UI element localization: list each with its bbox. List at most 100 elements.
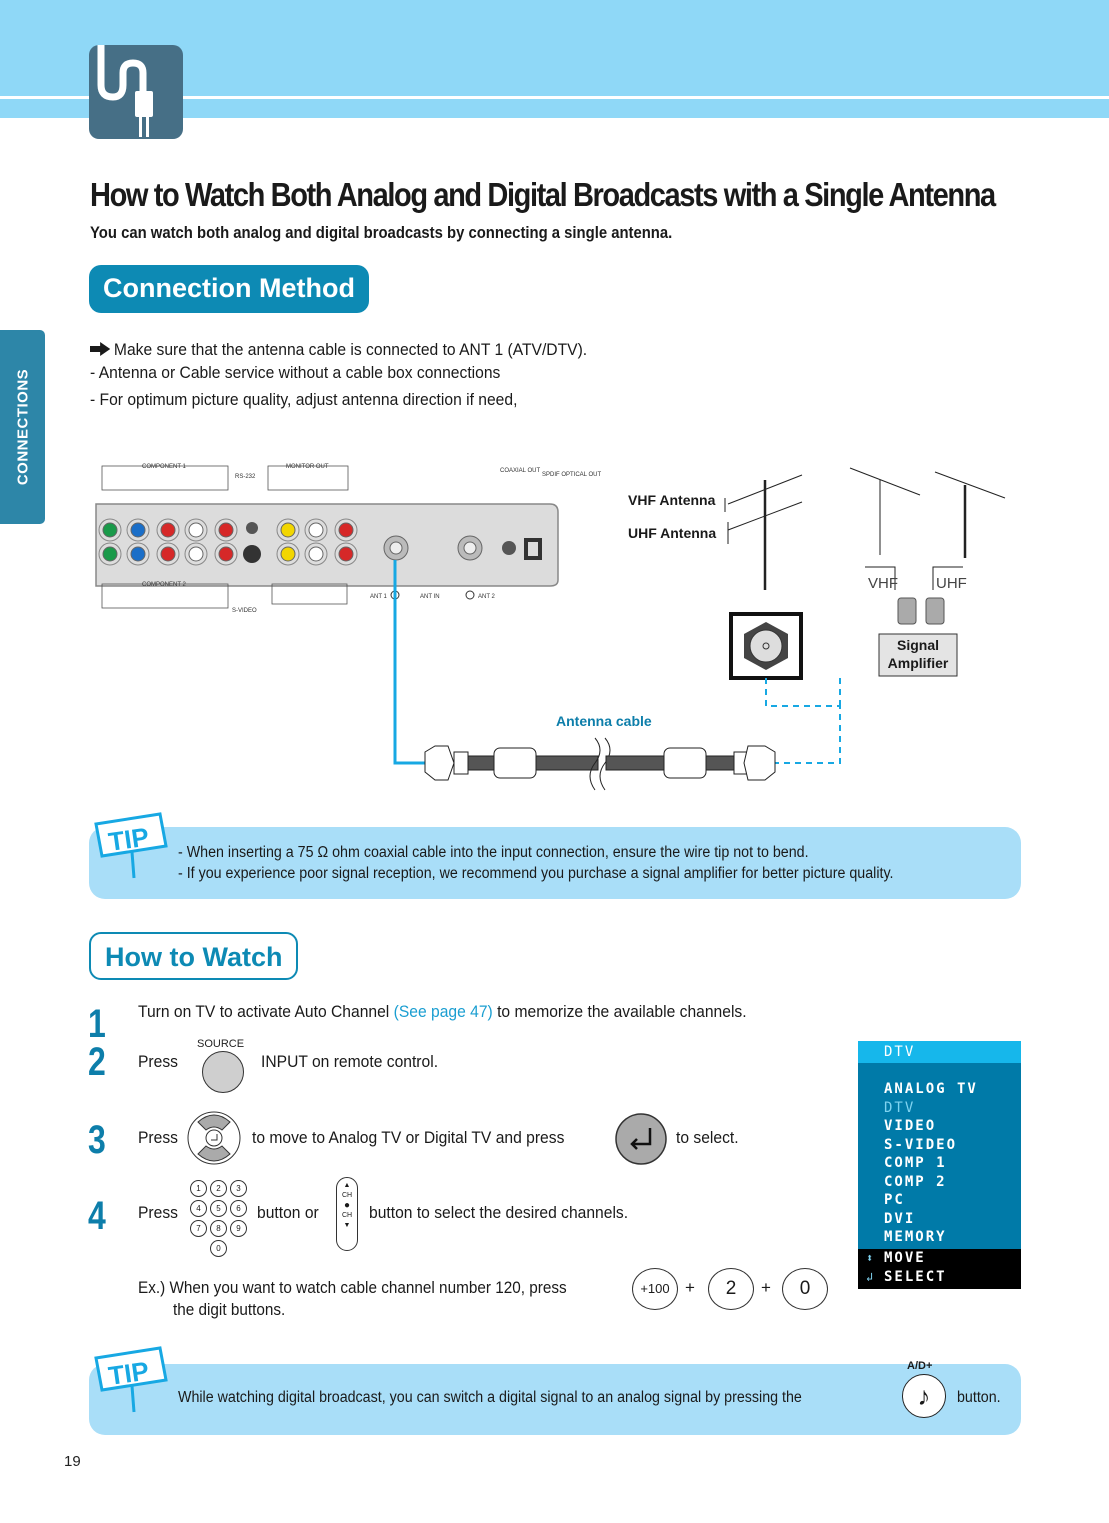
keypad-digit: 3: [230, 1180, 247, 1197]
component1-label: COMPONENT 1: [142, 464, 187, 470]
rca-jack-color: [130, 546, 146, 562]
tip-badge-icon: TIP: [94, 812, 168, 879]
osd-menu-item[interactable]: MEMORY: [884, 1228, 1021, 1247]
connection-diagram: COMPONENT 1 MONITOR OUT RS-232 COAXIAL O…: [95, 464, 1006, 791]
rca-jack-color: [160, 546, 176, 562]
osd-menu-item[interactable]: DVI: [884, 1210, 1021, 1229]
uhf-antenna-label: UHF Antenna: [628, 525, 716, 541]
signal-amplifier: Signal Amplifier: [878, 633, 958, 677]
rs232-label: RS-232: [235, 474, 256, 480]
keypad-digit: 2: [210, 1180, 227, 1197]
tip2-text: While watching digital broadcast, you ca…: [178, 1389, 802, 1406]
keypad-digit: 9: [230, 1220, 247, 1237]
rca-jack-color: [308, 546, 324, 562]
vhf-antenna-label: VHF Antenna: [628, 492, 716, 508]
connection-method-heading: Connection Method: [89, 265, 369, 313]
osd-menu-item[interactable]: DTV: [884, 1099, 1021, 1118]
step-3-text: to move to Analog TV or Digital TV and p…: [252, 1128, 565, 1147]
keypad-digit: 7: [190, 1220, 207, 1237]
rca-jack-color: [280, 546, 296, 562]
tip-badge-icon: TIP: [94, 1346, 168, 1413]
number-keypad-icon: 123 456 7890: [190, 1180, 254, 1262]
step-3-press: Press: [138, 1128, 178, 1147]
music-note-icon: ♪: [902, 1374, 946, 1418]
svg-text:TIP: TIP: [107, 1356, 151, 1391]
uhf-plug: [925, 597, 945, 625]
plug-icon: [89, 45, 183, 139]
osd-menu-item[interactable]: ANALOG TV: [884, 1080, 1021, 1099]
nav-pad-icon: [187, 1111, 241, 1165]
rca-jack-color: [338, 546, 354, 562]
keypad-digit: 5: [210, 1200, 227, 1217]
spdif-label: SPDIF OPTICAL OUT: [542, 472, 601, 478]
step-number: 2: [88, 1040, 106, 1084]
vhf-label: VHF: [868, 575, 898, 592]
svg-text:Amplifier: Amplifier: [888, 655, 949, 671]
how-to-watch-heading: How to Watch: [89, 932, 299, 980]
section-side-tab[interactable]: CONNECTIONS: [0, 330, 45, 524]
plus-sign: +: [685, 1278, 695, 1297]
ant1-label: ANT 1: [370, 594, 388, 600]
rca-jack-color: [102, 522, 118, 538]
component2-label: COMPONENT 2: [142, 582, 187, 588]
see-page-link[interactable]: (See page 47): [394, 1002, 493, 1021]
osd-menu-item[interactable]: VIDEO: [884, 1117, 1021, 1136]
svg-text:TIP: TIP: [107, 822, 151, 857]
rca-jack-color: [130, 522, 146, 538]
rca-jack-color: [160, 522, 176, 538]
source-button-icon: [202, 1051, 244, 1093]
rca-jack-color: [188, 522, 204, 538]
keypad-digit: 4: [190, 1200, 207, 1217]
step-number: 4: [88, 1194, 106, 1238]
input-source-menu: DTV ANALOG TV DTV VIDEO S-VIDEO COMP 1 COMP 2…: [858, 1041, 1021, 1289]
instruction-line: Make sure that the antenna cable is conn…: [90, 340, 587, 360]
tip1-line: - When inserting a 75 Ω ohm coaxial cabl…: [178, 844, 809, 861]
antenna-cable-label: Antenna cable: [556, 713, 652, 729]
wall-coax-jack: [729, 612, 803, 680]
tip1-line: - If you experience poor signal receptio…: [178, 865, 894, 882]
ant-in-label: ANT IN: [420, 594, 440, 600]
separate-antennas: [849, 467, 1006, 590]
plus100-button-icon: +100: [632, 1268, 678, 1310]
rca-jack-color: [102, 546, 118, 562]
example-line: the digit buttons.: [173, 1300, 286, 1319]
channel-rocker-icon: ▲ CH ● CH ▼: [336, 1177, 358, 1251]
side-tab-label: CONNECTIONS: [14, 368, 31, 486]
rca-jack-color: [218, 546, 234, 562]
osd-menu-item[interactable]: S-VIDEO: [884, 1136, 1021, 1155]
step-4-text: button or: [257, 1203, 319, 1222]
rca-jack-color: [188, 546, 204, 562]
rca-jack-color: [280, 522, 296, 538]
page-number: 19: [64, 1453, 81, 1470]
vhf-plug: [897, 597, 917, 625]
step-4-end: button to select the desired channels.: [369, 1203, 629, 1222]
svideo-port: [243, 545, 261, 563]
combined-antenna: [724, 474, 803, 590]
osd-menu-item[interactable]: COMP 1: [884, 1154, 1021, 1173]
ant2-label: ANT 2: [478, 594, 496, 600]
step-4-press: Press: [138, 1203, 178, 1222]
step-2-press: Press: [138, 1052, 178, 1071]
uhf-label: UHF: [936, 575, 967, 592]
osd-menu-item[interactable]: PC: [884, 1191, 1021, 1210]
tv-rear-panel: COMPONENT 1 MONITOR OUT RS-232 COAXIAL O…: [95, 464, 601, 614]
rca-jack-color: [308, 522, 324, 538]
enter-icon: ↲: [866, 1270, 874, 1284]
digit-2-button-icon: 2: [708, 1268, 754, 1310]
step-number: 1: [88, 1002, 106, 1046]
source-button-label: SOURCE: [197, 1038, 245, 1050]
tip2-end: button.: [957, 1389, 1001, 1406]
step-2-text: INPUT on remote control.: [261, 1052, 439, 1071]
svg-text:Signal: Signal: [897, 637, 939, 653]
osd-footer: ⬍ MOVE ↲ SELECT: [858, 1249, 1021, 1289]
rs232-port: [246, 522, 258, 534]
keypad-digit: 1: [190, 1180, 207, 1197]
step-number: 3: [88, 1118, 106, 1162]
svideo-label: S-VIDEO: [232, 608, 257, 614]
keypad-digit: 6: [230, 1200, 247, 1217]
osd-menu-item[interactable]: COMP 2: [884, 1173, 1021, 1192]
instruction-line: - Antenna or Cable service without a cab…: [90, 363, 501, 382]
up-down-icon: ⬍: [866, 1251, 874, 1265]
monitor-out-label: MONITOR OUT: [286, 464, 329, 470]
ad-button-label: A/D+: [907, 1360, 933, 1372]
